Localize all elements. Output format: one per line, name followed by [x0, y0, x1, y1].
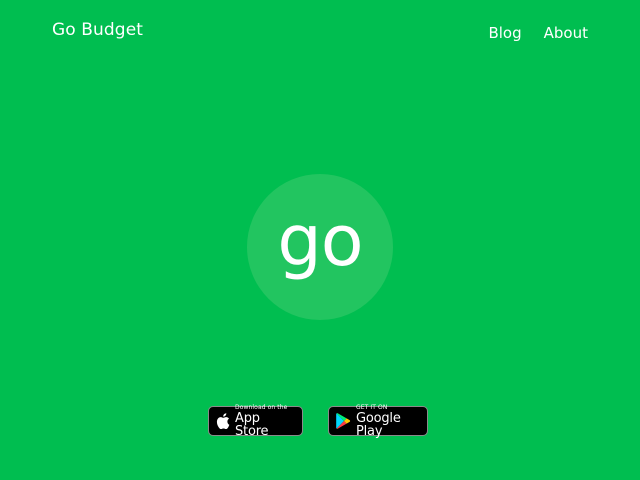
nav-link-blog[interactable]: Blog — [488, 24, 521, 42]
app-logo: go — [247, 174, 393, 320]
app-store-badge[interactable]: Download on the App Store — [208, 403, 303, 439]
landing-page: Go Budget Blog About go Download on the … — [0, 0, 640, 480]
google-play-badge-small: GET IT ON — [356, 403, 388, 411]
google-play-badge-big: Google Play — [356, 410, 401, 439]
app-store-badge-small: Download on the — [235, 403, 288, 411]
app-logo-text: go — [277, 200, 363, 282]
google-play-badge-text: GET IT ON Google Play — [356, 403, 419, 439]
google-play-icon — [336, 413, 351, 429]
app-store-badge-text: Download on the App Store — [235, 403, 294, 439]
google-play-badge[interactable]: GET IT ON Google Play — [328, 403, 428, 439]
brand-logo-link[interactable]: Go Budget — [52, 20, 143, 40]
top-nav: Blog About — [488, 24, 588, 42]
apple-icon — [216, 413, 230, 429]
app-store-badge-big: App Store — [235, 410, 269, 439]
nav-link-about[interactable]: About — [544, 24, 588, 42]
